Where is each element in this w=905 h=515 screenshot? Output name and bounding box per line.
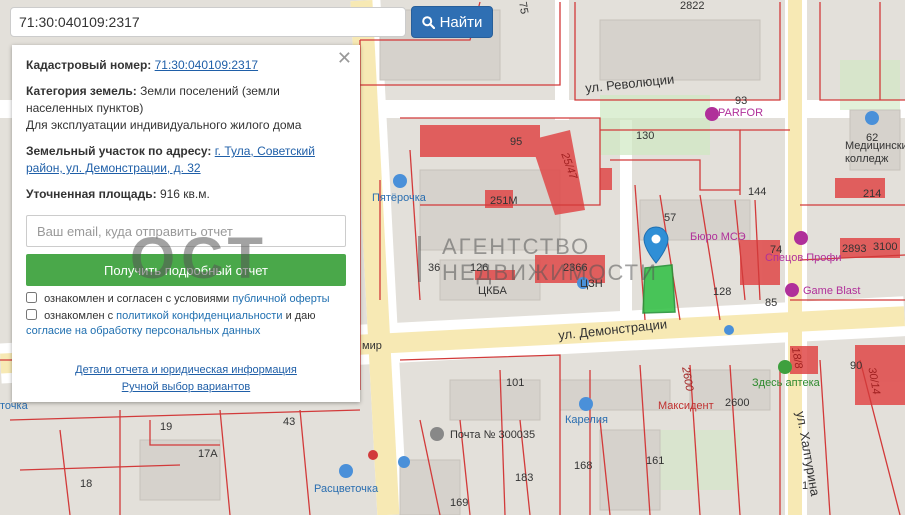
pharmacy-icon	[778, 360, 792, 374]
public-offer-link[interactable]: публичной оферты	[232, 293, 329, 305]
manual-selection-link[interactable]: Ручной выбор вариантов	[122, 381, 250, 393]
report-details-link[interactable]: Детали отчета и юридическая информация	[75, 364, 297, 376]
selected-parcel	[642, 264, 676, 314]
land-usage-value: Для эксплуатации индивидуального жилого …	[26, 118, 302, 132]
consent-offer: ознакомлен и согласен с условиями публич…	[26, 292, 346, 307]
parcel-info-panel: ✕ Кадастровый номер: 71:30:040109:2317 К…	[12, 45, 360, 402]
manual-link-wrap: Ручной выбор вариантов	[12, 381, 360, 393]
post-office-icon	[430, 427, 444, 441]
email-field[interactable]	[26, 215, 346, 247]
consent-privacy: ознакомлен с политикой конфиденциальност…	[26, 309, 346, 339]
cadastral-number-label: Кадастровый номер:	[26, 58, 152, 72]
land-category-row: Категория земель: Земли поселений (земли…	[26, 83, 346, 134]
bus-stop-icon-2	[368, 450, 378, 460]
pyaterochka-icon	[393, 174, 407, 188]
bank-icon	[398, 456, 410, 468]
consent-offer-text: ознакомлен и согласен с условиями	[44, 293, 230, 305]
bus-stop-icon	[724, 325, 734, 335]
address-row: Земельный участок по адресу: г. Тула, Со…	[26, 143, 346, 177]
search-button[interactable]: Найти	[411, 6, 493, 38]
land-category-label: Категория земель:	[26, 84, 137, 98]
address-label: Земельный участок по адресу:	[26, 144, 212, 158]
details-link-wrap: Детали отчета и юридическая информация	[12, 364, 360, 376]
search-button-label: Найти	[439, 13, 483, 31]
personal-data-consent-link[interactable]: согласие на обработку персональных данны…	[26, 325, 260, 337]
tsn-icon	[577, 277, 589, 289]
parfor-icon	[705, 107, 719, 121]
consent-privacy-mid: и даю	[285, 310, 316, 322]
privacy-policy-link[interactable]: политикой конфиденциальности	[116, 310, 282, 322]
medical-college-icon	[865, 111, 879, 125]
cadastral-search-input[interactable]	[10, 7, 406, 37]
cadastral-number-row: Кадастровый номер: 71:30:040109:2317	[26, 57, 346, 74]
consent-privacy-text: ознакомлен с	[44, 310, 114, 322]
search-icon	[421, 15, 435, 29]
get-report-button[interactable]: Получить подробный отчет	[26, 254, 346, 286]
close-icon[interactable]: ✕	[337, 49, 352, 67]
privacy-checkbox[interactable]	[26, 309, 37, 320]
area-value: 916 кв.м.	[159, 187, 210, 201]
rastsvetochka-icon	[339, 464, 353, 478]
cadastral-number-link[interactable]: 71:30:040109:2317	[155, 58, 258, 72]
offer-checkbox[interactable]	[26, 292, 37, 303]
karelia-icon	[579, 397, 593, 411]
area-label: Уточненная площадь:	[26, 187, 157, 201]
area-row: Уточненная площадь: 916 кв.м.	[26, 186, 346, 203]
specpro-icon	[794, 231, 808, 245]
game-blast-icon	[785, 283, 799, 297]
